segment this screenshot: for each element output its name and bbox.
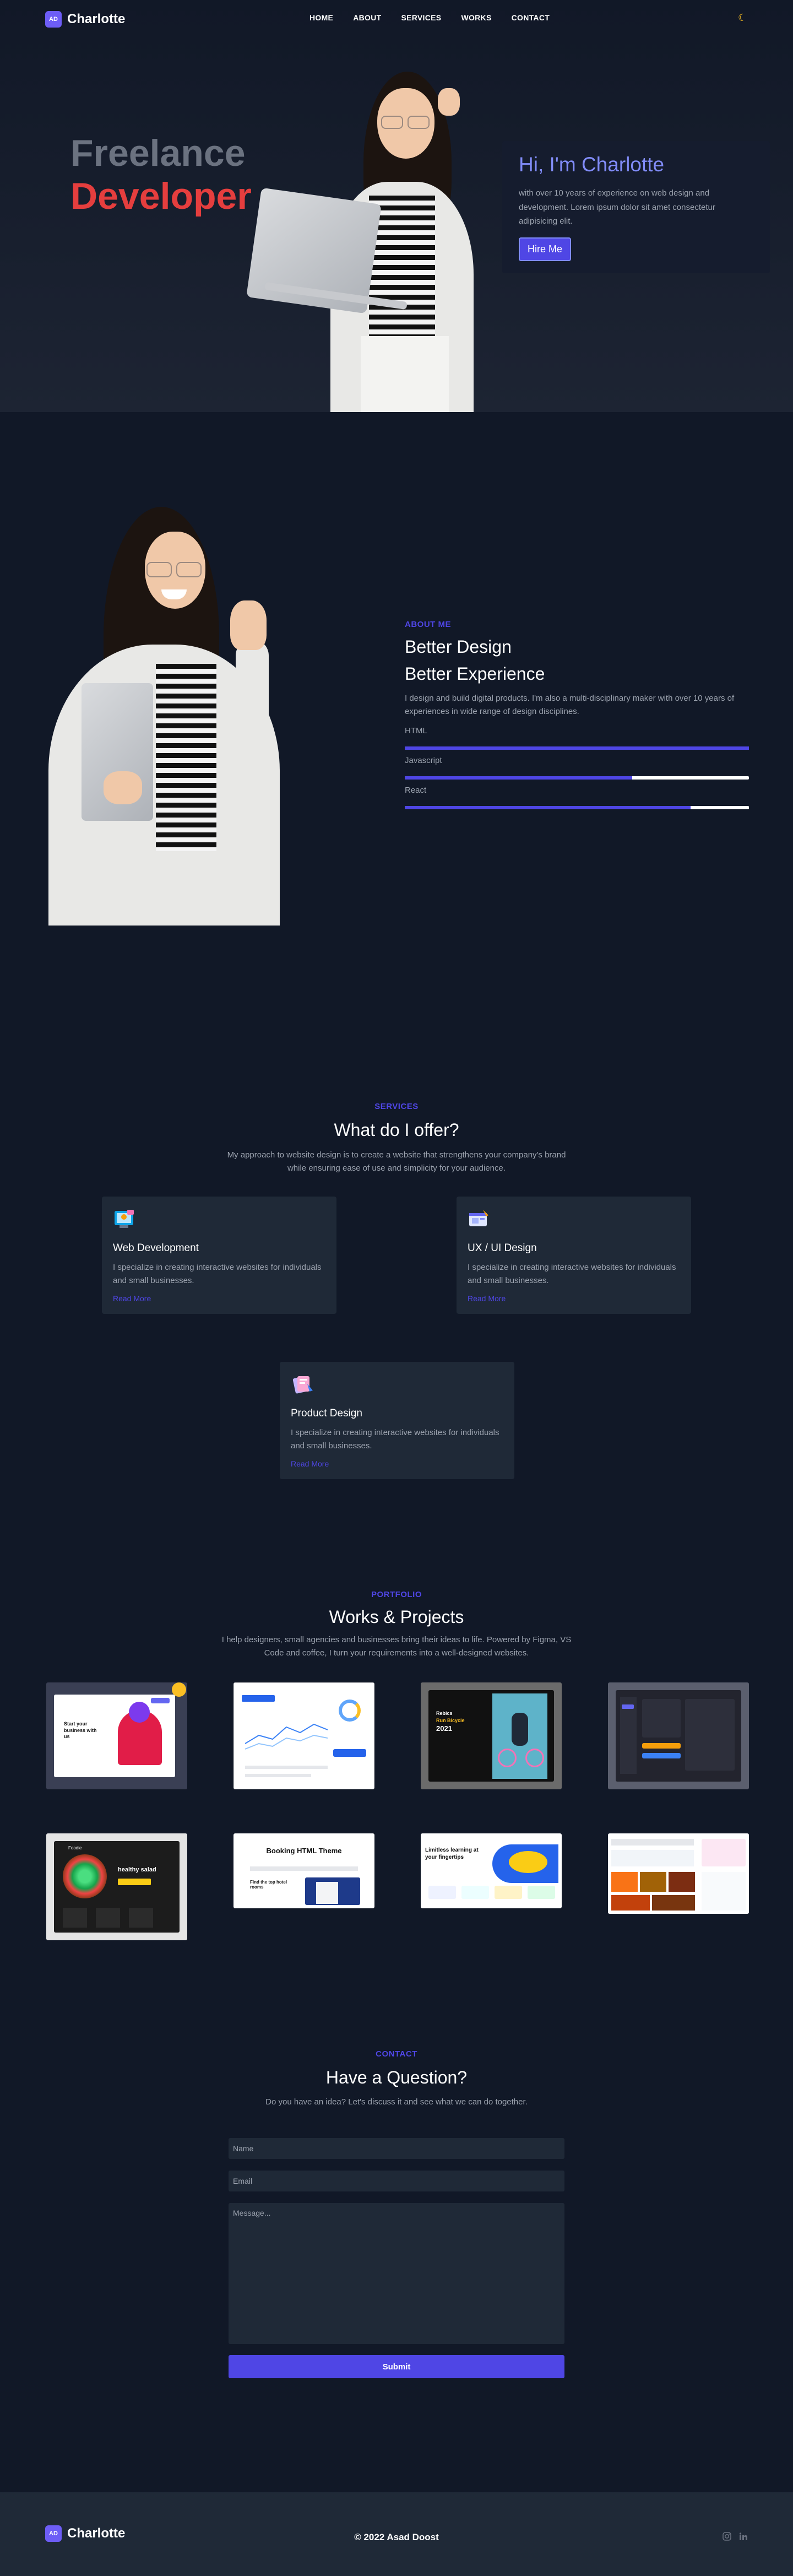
services-title: What do I offer? (334, 1120, 459, 1140)
skill-bar (405, 806, 749, 809)
service-card-web-development: Web Development I specialize in creating… (102, 1197, 336, 1314)
email-field[interactable] (229, 2171, 564, 2191)
logo-icon: AD (45, 11, 62, 28)
hero-section: Freelance Developer Hi, I'm Charlotte wi… (0, 0, 793, 412)
linkedin-icon[interactable] (739, 2532, 748, 2543)
work-thumbnail[interactable] (608, 1682, 749, 1789)
skill-bar-fill (405, 776, 632, 780)
moon-icon[interactable]: ☾ (738, 12, 747, 24)
nav-menu: HOME ABOUT SERVICES WORKS CONTACT (309, 13, 550, 22)
work-headline: 2021 (436, 1724, 452, 1733)
service-title: UX / UI Design (468, 1242, 537, 1254)
work-headline: Rebics (436, 1711, 453, 1716)
services-label: SERVICES (374, 1102, 419, 1111)
hero-greeting: Hi, I'm Charlotte (519, 153, 665, 176)
name-field[interactable] (229, 2138, 564, 2159)
nav-link-services[interactable]: SERVICES (401, 13, 441, 22)
footer: AD Charlotte © 2022 Asad Doost (0, 2492, 793, 2576)
skill-label: React (405, 786, 427, 795)
about-portrait (48, 507, 357, 926)
contact-title: Have a Question? (325, 2068, 468, 2087)
hero-title-line2: Developer (70, 175, 252, 217)
skill-javascript: Javascript (405, 756, 749, 780)
nav-link-works[interactable]: WORKS (461, 13, 491, 22)
work-thumbnail[interactable]: Foodie healthy salad (46, 1833, 187, 1940)
message-field[interactable] (229, 2203, 564, 2344)
work-headline: Run Bicycle (436, 1717, 465, 1723)
nav-link-about[interactable]: ABOUT (353, 13, 381, 22)
copyright-text: © 2022 Asad Doost (354, 2532, 439, 2542)
work-headline: Limitless learning at your fingertips (425, 1847, 479, 1860)
skill-react: React (405, 786, 749, 809)
skill-bar-fill (405, 806, 691, 809)
work-thumbnail[interactable]: Start your business with us (46, 1682, 187, 1789)
skill-bar (405, 776, 749, 780)
skill-bar-fill (405, 746, 749, 750)
nav-link-home[interactable]: HOME (309, 13, 333, 22)
work-headline: healthy salad (118, 1866, 156, 1873)
brand-logo[interactable]: AD Charlotte (45, 11, 125, 28)
work-subtitle: Find the top hotel rooms (250, 1880, 287, 1890)
work-thumbnail[interactable]: Booking HTML Theme Find the top hotel ro… (233, 1833, 374, 1908)
skill-label: HTML (405, 726, 427, 735)
works-title: Works & Projects (329, 1607, 464, 1627)
portfolio-label: PORTFOLIO (371, 1590, 422, 1599)
nav-link-contact[interactable]: CONTACT (512, 13, 550, 22)
work-title: Foodie (68, 1846, 82, 1850)
brand-name: Charlotte (67, 12, 126, 26)
hero-title-line1: Freelance (70, 132, 246, 174)
service-card-product-design: Product Design I specialize in creating … (280, 1362, 514, 1479)
service-card-ux-ui-design: UX / UI Design I specialize in creating … (457, 1197, 691, 1314)
services-description: My approach to website design is to crea… (227, 1150, 566, 1173)
instagram-icon[interactable] (723, 2532, 731, 2543)
skill-label: Javascript (405, 756, 442, 765)
about-text: I design and build digital products. I'm… (405, 694, 735, 716)
work-thumbnail[interactable]: Rebics Run Bicycle 2021 (421, 1682, 562, 1789)
hero-intro-text: with over 10 years of experience on web … (519, 188, 715, 226)
about-label: ABOUT ME (405, 620, 451, 629)
about-heading-1: Better Design (405, 637, 512, 657)
service-text: I specialize in creating interactive web… (113, 1263, 322, 1285)
about-heading-2: Better Experience (405, 664, 545, 684)
contact-description: Do you have an idea? Let's discuss it an… (265, 2097, 528, 2107)
service-title: Web Development (113, 1242, 199, 1254)
submit-button[interactable]: Submit (229, 2355, 564, 2378)
work-thumbnail[interactable] (233, 1682, 374, 1789)
work-thumbnail[interactable]: Limitless learning at your fingertips (421, 1833, 562, 1908)
read-more-link[interactable]: Read More (113, 1294, 151, 1303)
work-headline: Start your business with us (64, 1721, 97, 1740)
read-more-link[interactable]: Read More (468, 1294, 506, 1303)
skill-html: HTML (405, 726, 749, 750)
hero-intro-card: Hi, I'm Charlotte with over 10 years of … (502, 141, 770, 273)
service-text: I specialize in creating interactive web… (468, 1263, 676, 1285)
works-description: I help designers, small agencies and bus… (221, 1635, 572, 1658)
product-design-icon (292, 1376, 313, 1394)
ux-ui-design-icon (469, 1210, 488, 1226)
work-thumbnail[interactable] (608, 1833, 749, 1914)
read-more-link[interactable]: Read More (291, 1459, 329, 1468)
service-text: I specialize in creating interactive web… (291, 1428, 499, 1451)
skill-bar (405, 746, 749, 750)
hire-me-button[interactable]: Hire Me (519, 237, 572, 261)
contact-label: CONTACT (376, 2049, 417, 2059)
work-title: Booking HTML Theme (266, 1847, 342, 1855)
service-title: Product Design (291, 1408, 362, 1419)
web-development-icon (115, 1210, 134, 1228)
top-navbar: AD Charlotte HOME ABOUT SERVICES WORKS C… (0, 0, 793, 39)
